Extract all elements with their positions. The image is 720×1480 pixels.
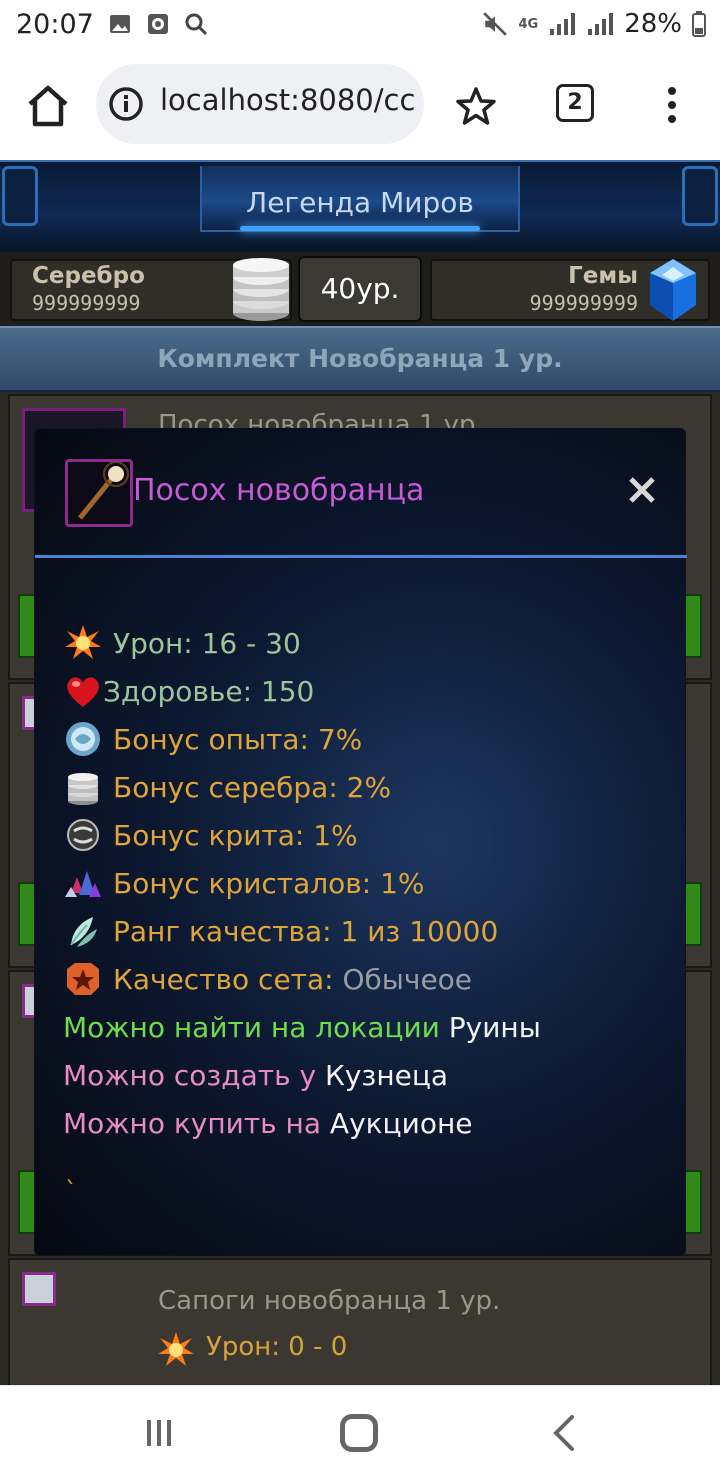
back-icon[interactable]: [548, 1414, 578, 1452]
home-nav-icon[interactable]: [340, 1414, 378, 1452]
silver-label: Серебро: [32, 263, 145, 289]
level-button[interactable]: 40ур.: [298, 256, 422, 322]
overflow-menu-icon[interactable]: [660, 84, 684, 128]
footer-mark: `: [65, 1177, 77, 1205]
explosion-icon: [63, 623, 107, 663]
leaf-rank-icon: [63, 911, 107, 951]
item-thumbnail: [22, 1272, 56, 1306]
mute-icon: [483, 12, 508, 36]
stat-text: Бонус серебра: 2%: [113, 770, 392, 804]
equip-button-right[interactable]: [684, 594, 702, 658]
resources-bar: Серебро 999999999 40ур. Гемы 999999999: [0, 252, 720, 326]
stat-row-set-quality: Качество сета: Обычеое: [63, 955, 541, 1003]
home-icon[interactable]: [22, 80, 74, 132]
equip-button-right[interactable]: [684, 882, 702, 946]
heart-icon: [63, 671, 103, 711]
tab-switcher-button[interactable]: 2: [556, 84, 594, 122]
close-icon[interactable]: [627, 475, 657, 505]
set-title-bar: Комплект Новобранца 1 ур.: [0, 326, 720, 392]
silver-panel: Серебро 999999999: [10, 258, 292, 321]
stat-text: Бонус кристалов: 1%: [113, 866, 425, 900]
stat-row-crit: Бонус крита: 1%: [63, 811, 541, 859]
clock: 20:07: [16, 9, 94, 40]
info-icon[interactable]: [108, 86, 144, 122]
stat-row-silver: Бонус серебра: 2%: [63, 763, 541, 811]
modal-title: Посох новобранца: [133, 473, 425, 508]
experience-orb-icon: [63, 719, 107, 759]
craft-row: Можно создать у Кузнеца: [63, 1051, 541, 1099]
item-card-boots: Сапоги новобранца 1 ур. Урон: 0 - 0: [8, 1258, 712, 1385]
crystals-icon: [63, 863, 107, 903]
system-nav-bar: [0, 1385, 720, 1480]
buy-label: Можно купить на: [63, 1106, 322, 1140]
browser-toolbar: localhost:8080/cc 2: [0, 52, 720, 160]
stat-text: Ранг качества: 1 из 10000: [113, 914, 499, 948]
set-quality-value: Обычеое: [342, 962, 473, 996]
location-row: Можно найти на локации Руины: [63, 1003, 541, 1051]
header-ornament-right: [682, 166, 718, 226]
stat-text: Урон: 16 - 30: [113, 626, 301, 660]
set-title: Комплект Новобранца 1 ур.: [157, 344, 563, 373]
staff-item-icon: [65, 459, 133, 527]
bookmark-star-icon[interactable]: [456, 86, 496, 126]
location-label: Можно найти на локации: [63, 1010, 440, 1044]
recent-apps-icon[interactable]: [144, 1418, 174, 1448]
title-glow: [240, 226, 480, 231]
status-right: 4G 28%: [482, 9, 706, 39]
silver-value: 999999999: [32, 291, 141, 315]
address-bar[interactable]: localhost:8080/cc: [96, 64, 424, 144]
set-quality-label: Качество сета:: [113, 962, 334, 996]
item-stat: Урон: 0 - 0: [206, 1332, 348, 1362]
gems-label: Гемы: [568, 263, 638, 289]
modal-divider: [35, 555, 687, 558]
battery-icon: [692, 11, 706, 37]
buy-row: Можно купить на Аукционе: [63, 1099, 541, 1147]
stat-row-damage: Урон: 16 - 30: [63, 619, 541, 667]
stat-row-rank: Ранг качества: 1 из 10000: [63, 907, 541, 955]
explosion-icon: [158, 1332, 194, 1366]
signal-icon-2: [588, 13, 614, 35]
crit-icon: [63, 815, 107, 855]
silver-coins-icon: [233, 258, 289, 321]
craft-value[interactable]: Кузнеца: [325, 1059, 448, 1092]
gem-icon: [650, 259, 696, 321]
stat-row-health: Здоровье: 150: [63, 667, 541, 715]
signal-icon: [550, 13, 576, 35]
stat-text: Здоровье: 150: [103, 674, 315, 708]
battery-percent: 28%: [624, 9, 682, 39]
stat-text: Бонус опыта: 7%: [113, 722, 363, 756]
buy-value[interactable]: Аукционе: [330, 1107, 473, 1140]
status-bar: 20:07 4G 28%: [0, 0, 720, 52]
stat-text: Бонус крита: 1%: [113, 818, 358, 852]
item-details-modal: Посох новобранца Урон: 16 - 30 Здоровье:…: [34, 428, 687, 1256]
stat-row-exp: Бонус опыта: 7%: [63, 715, 541, 763]
craft-label: Можно создать у: [63, 1058, 317, 1092]
game-title: Легенда Миров: [246, 186, 474, 219]
stat-row-crystals: Бонус кристалов: 1%: [63, 859, 541, 907]
network-type: 4G: [518, 16, 539, 32]
game-header: Легенда Миров: [0, 160, 720, 252]
gems-panel: Гемы 999999999: [430, 259, 710, 321]
location-value[interactable]: Руины: [449, 1011, 541, 1044]
app-notification-icon: [148, 14, 168, 34]
stats-list: Урон: 16 - 30 Здоровье: 150 Бонус опыта:…: [63, 619, 541, 1147]
game-view: Легенда Миров Серебро 999999999 40ур. Ге…: [0, 160, 720, 1385]
url-text[interactable]: localhost:8080/cc: [160, 83, 415, 117]
search-notification-icon: [185, 13, 208, 36]
gems-value: 999999999: [529, 291, 638, 315]
image-notification-icon: [110, 15, 130, 33]
header-ornament-left: [2, 166, 38, 226]
set-quality-badge-icon: [63, 959, 107, 999]
item-name: Сапоги новобранца 1 ур.: [158, 1286, 501, 1316]
equip-button-right[interactable]: [684, 1170, 702, 1234]
silver-coins-icon: [63, 767, 107, 807]
